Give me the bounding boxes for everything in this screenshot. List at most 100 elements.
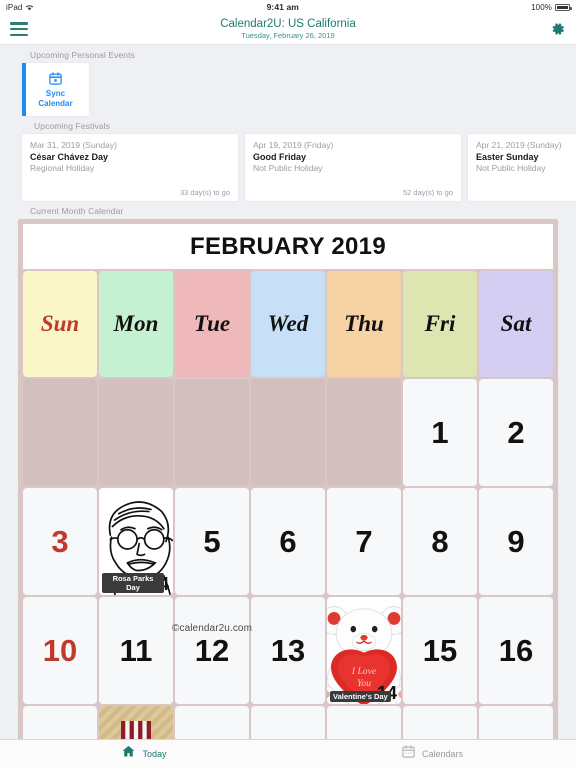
- calendar-day-cell[interactable]: 21: [327, 706, 401, 739]
- festival-name: Good Friday: [253, 152, 307, 162]
- hamburger-menu-icon[interactable]: [10, 22, 28, 36]
- calendar-day-cell[interactable]: 3: [23, 488, 97, 595]
- svg-text:I Love: I Love: [351, 666, 377, 677]
- day-number: 13: [270, 633, 306, 668]
- calendar-day-cell[interactable]: I Love You 14Valentine's Day: [327, 597, 401, 704]
- day-number: 9: [507, 524, 525, 559]
- calendar-day-cell[interactable]: 5: [175, 488, 249, 595]
- day-number: 2: [507, 415, 525, 450]
- calendar-day-cell[interactable]: 2: [479, 379, 553, 486]
- sync-calendar-button[interactable]: Sync Calendar: [22, 63, 89, 116]
- festival-type: Regional Holiday: [30, 163, 95, 173]
- day-number: 10: [42, 633, 78, 668]
- calendar-day-cell[interactable]: 23: [479, 706, 553, 739]
- calendar-grid: SunMonTueWedThuFriSat123 4Rosa Parks Day…: [23, 269, 553, 739]
- festival-countdown: 33 day(s) to go: [179, 188, 230, 197]
- weekday-header-fri: Fri: [403, 271, 477, 377]
- calendar-day-cell[interactable]: 7: [327, 488, 401, 595]
- calendar-cell-empty: [23, 379, 97, 486]
- calendar-day-cell[interactable]: 22: [403, 706, 477, 739]
- home-icon: [121, 744, 136, 764]
- battery-full-icon: [555, 3, 572, 11]
- calendar-day-cell[interactable]: 11: [99, 597, 173, 704]
- weekday-label: Mon: [113, 311, 159, 336]
- weekday-header-tue: Tue: [175, 271, 249, 377]
- calendar-day-cell[interactable]: 4Rosa Parks Day: [99, 488, 173, 595]
- day-number: 11: [119, 633, 153, 668]
- tab-calendars-label: Calendars: [421, 749, 464, 759]
- status-time: 9:41 am: [266, 2, 299, 12]
- calendar-cell-empty: [327, 379, 401, 486]
- calendar-section-label: Current Month Calendar: [30, 206, 124, 216]
- calendar-cell-empty: [175, 379, 249, 486]
- page-title: Calendar2U: US California: [220, 17, 356, 30]
- calendar-day-cell[interactable]: 15: [403, 597, 477, 704]
- weekday-header-mon: Mon: [99, 271, 173, 377]
- calendar-day-cell[interactable]: 9: [479, 488, 553, 595]
- calendar-day-cell[interactable]: 16: [479, 597, 553, 704]
- calendar-day-cell[interactable]: 19: [175, 706, 249, 739]
- calendar-container: FEBRUARY 2019 SunMonTueWedThuFriSat123 4…: [18, 219, 558, 739]
- nav-bar: Calendar2U: US California Tuesday, Febru…: [0, 14, 576, 45]
- festival-card[interactable]: Apr 21, 2019 (Sunday) Easter Sunday Not …: [468, 134, 576, 201]
- calendar-month-header: FEBRUARY 2019: [23, 224, 553, 269]
- day-number: 1: [431, 415, 449, 450]
- day-number: 5: [203, 524, 221, 559]
- day-number: 3: [51, 524, 69, 559]
- personal-events-row: Sync Calendar: [0, 63, 576, 116]
- device-name: iPad: [6, 2, 23, 12]
- calendar-day-cell[interactable]: HAPPY 18Presidents Day: [99, 706, 173, 739]
- sync-label-line2: Calendar: [38, 98, 73, 108]
- day-number: 8: [431, 524, 449, 559]
- calendar-cell-empty: [251, 379, 325, 486]
- festival-card[interactable]: Apr 19, 2019 (Friday) Good Friday Not Pu…: [245, 134, 461, 201]
- festival-date: Apr 19, 2019 (Friday): [253, 140, 334, 150]
- day-number: 7: [355, 524, 373, 559]
- event-badge: Valentine's Day: [330, 691, 391, 702]
- festival-countdown: 52 day(s) to go: [402, 188, 453, 197]
- nav-subtitle-date: Tuesday, February 26, 2019: [241, 30, 335, 40]
- tab-calendars[interactable]: Calendars: [288, 740, 576, 768]
- month-title: FEBRUARY 2019: [190, 232, 386, 260]
- weekday-label: Fri: [424, 311, 456, 336]
- day-number: 6: [279, 524, 297, 559]
- calendar-icon: [401, 744, 416, 764]
- weekday-header-thu: Thu: [327, 271, 401, 377]
- weekday-label: Tue: [193, 311, 231, 336]
- main-content: Upcoming Personal Events Sync Calendar U…: [0, 45, 576, 739]
- calendar-day-cell[interactable]: 10: [23, 597, 97, 704]
- happy-presidents-day-image: HAPPY: [99, 706, 173, 739]
- calendar-day-cell[interactable]: 13: [251, 597, 325, 704]
- weekday-label: Thu: [344, 311, 384, 336]
- festival-card[interactable]: Mar 31, 2019 (Sunday) César Chávez Day R…: [22, 134, 238, 201]
- weekday-header-sat: Sat: [479, 271, 553, 377]
- calendar-day-cell[interactable]: 8: [403, 488, 477, 595]
- weekday-label: Wed: [267, 311, 309, 336]
- weekday-header-wed: Wed: [251, 271, 325, 377]
- calendar-day-cell[interactable]: 17: [23, 706, 97, 739]
- sync-label-line1: Sync: [45, 89, 66, 98]
- calendar-day-cell[interactable]: 6: [251, 488, 325, 595]
- calendar-cell-empty: [99, 379, 173, 486]
- calendar-day-cell[interactable]: 1: [403, 379, 477, 486]
- festivals-list: Mar 31, 2019 (Sunday) César Chávez Day R…: [0, 134, 576, 201]
- wifi-icon: [25, 4, 34, 11]
- festivals-label: Upcoming Festivals: [34, 121, 110, 131]
- nav-title-group: Calendar2U: US California Tuesday, Febru…: [0, 18, 576, 41]
- festival-date: Mar 31, 2019 (Sunday): [30, 140, 117, 150]
- festival-name: César Chávez Day: [30, 152, 109, 162]
- tab-today-label: Today: [142, 749, 167, 759]
- weekday-label: Sat: [500, 311, 532, 336]
- gear-icon[interactable]: [550, 21, 566, 37]
- status-bar: iPad 9:41 am 100%: [0, 0, 576, 14]
- tab-today[interactable]: Today: [0, 740, 288, 768]
- battery-percent: 100%: [531, 2, 552, 12]
- day-number: 15: [422, 633, 458, 668]
- event-badge: Rosa Parks Day: [102, 573, 164, 593]
- calendar-day-cell[interactable]: 12: [175, 597, 249, 704]
- weekday-label: Sun: [40, 311, 80, 336]
- festival-date: Apr 21, 2019 (Sunday): [476, 140, 562, 150]
- day-number: 12: [194, 633, 230, 668]
- day-number: 16: [498, 633, 534, 668]
- calendar-day-cell[interactable]: 20: [251, 706, 325, 739]
